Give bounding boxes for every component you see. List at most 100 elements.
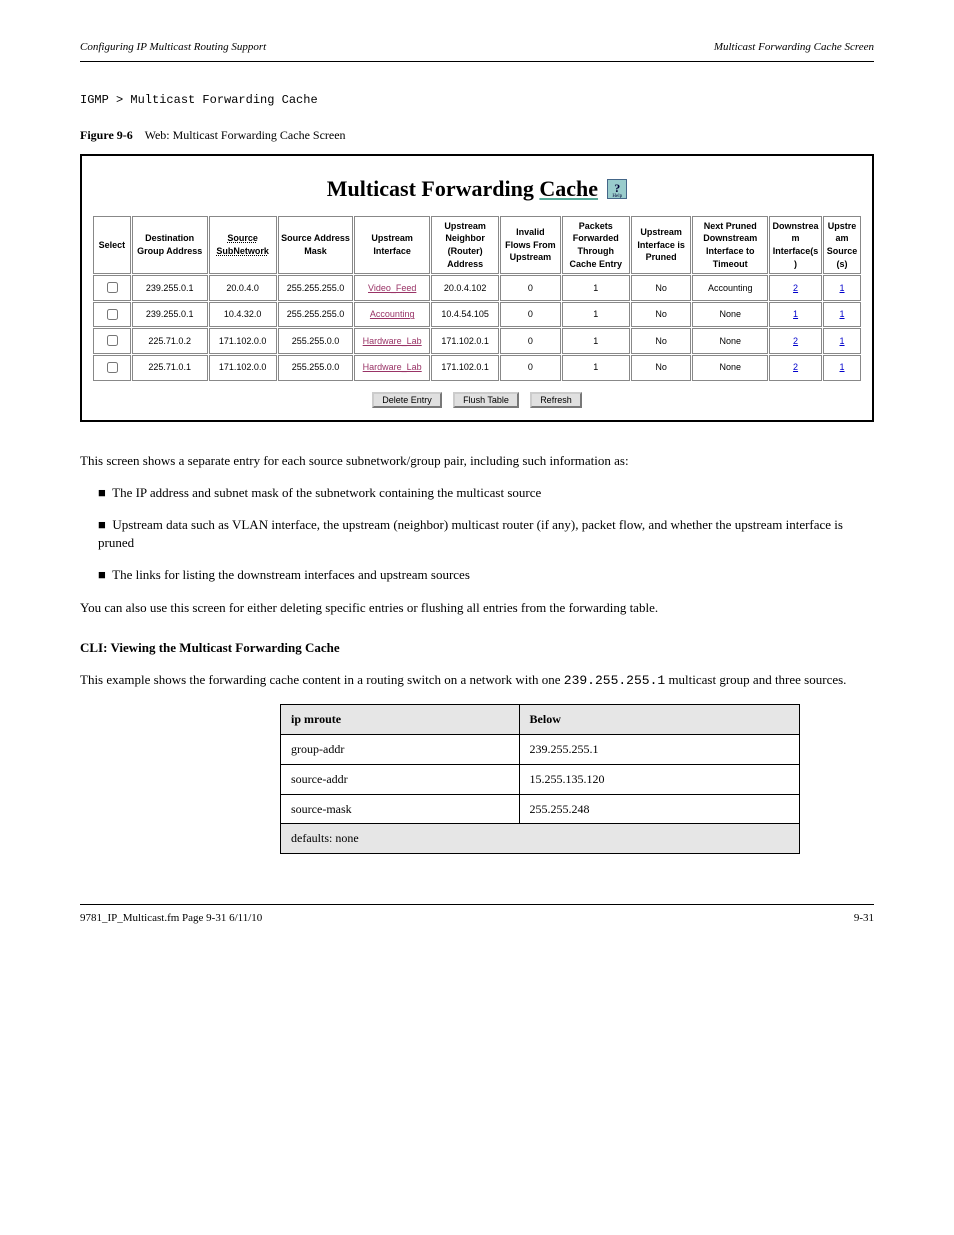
row-checkbox[interactable] [107,309,118,320]
row-checkbox[interactable] [107,282,118,293]
page-footer: 9781_IP_Multicast.fm Page 9-31 6/11/10 9… [80,904,874,926]
upstream-interface-link[interactable]: Accounting [370,309,415,319]
downstream-interfaces-link[interactable]: 2 [793,336,798,346]
bullet-2-text: Upstream data such as VLAN interface, th… [98,517,843,550]
row-checkbox[interactable] [107,362,118,373]
col-dest: Destination Group Address [132,216,208,274]
title-prefix: Multicast Forwarding [327,176,540,201]
defaults-th0: ip mroute [281,705,520,735]
table-row: 239.255.0.120.0.4.0255.255.255.0 Video_Fe… [93,275,861,301]
cell-dest: 239.255.0.1 [132,275,208,301]
cell-us: 1 [823,355,861,381]
cell-mask: 255.255.0.0 [278,328,354,354]
upstream-interface-link[interactable]: Hardware_Lab [363,362,422,372]
bullet-1: ■ The IP address and subnet mask of the … [98,484,874,502]
figure-number: Figure 9-6 [80,128,133,142]
cell-np: None [692,328,768,354]
screenshot-button-row: Delete Entry Flush Table Refresh [92,382,862,410]
downstream-interfaces-link[interactable]: 2 [793,283,798,293]
cell-dest: 225.71.0.1 [132,355,208,381]
cell-mask: 255.255.255.0 [278,302,354,328]
upstream-sources-link[interactable]: 1 [840,283,845,293]
cell-inv: 0 [500,355,561,381]
cell-srcnet: 171.102.0.0 [209,328,277,354]
upstream-sources-link[interactable]: 1 [840,336,845,346]
cell-upif: Hardware_Lab [354,328,430,354]
cell-np: None [692,355,768,381]
figure-caption: Figure 9-6 Web: Multicast Forwarding Cac… [80,127,874,144]
cell-np: None [692,302,768,328]
upstream-sources-link[interactable]: 1 [840,309,845,319]
help-icon[interactable] [607,179,627,199]
col-pkts: Packets Forwarded Through Cache Entry [562,216,630,274]
footer-left: 9781_IP_Multicast.fm Page 9-31 6/11/10 [80,912,262,924]
cell-upif: Accounting [354,302,430,328]
cell-upnb: 171.102.0.1 [431,355,499,381]
cell-pruned: No [631,275,692,301]
table-row: 225.71.0.1171.102.0.0255.255.0.0 Hardware… [93,355,861,381]
cell-pruned: No [631,328,692,354]
table-header-row: Select Destination Group Address Source … [93,216,861,274]
col-src-subnet-label: Source SubNetwork [216,233,269,256]
downstream-interfaces-link[interactable]: 1 [793,309,798,319]
col-src-mask: Source Address Mask [278,216,354,274]
refresh-button[interactable]: Refresh [530,392,582,408]
cell-upif: Hardware_Lab [354,355,430,381]
col-src-subnet: Source SubNetwork [209,216,277,274]
cli-paragraph: This example shows the forwarding cache … [80,671,874,690]
cell-dest: 225.71.0.2 [132,328,208,354]
cell-mask: 255.255.255.0 [278,275,354,301]
cell-mask: 255.255.0.0 [278,355,354,381]
title-underline: Cache [539,176,598,201]
defaults-r2b: 255.255.248 [519,794,799,824]
cell-select [93,355,131,381]
cell-us: 1 [823,275,861,301]
cell-dest: 239.255.0.1 [132,302,208,328]
col-up-if: Upstream Interface [354,216,430,274]
defaults-r1b: 15.255.135.120 [519,764,799,794]
cell-select [93,275,131,301]
cell-pkt: 1 [562,302,630,328]
defaults-table: ip mroute Below group-addr 239.255.255.1… [280,704,800,854]
upstream-interface-link[interactable]: Video_Feed [368,283,416,293]
cell-srcnet: 20.0.4.0 [209,275,277,301]
defaults-th1: Below [519,705,799,735]
table-row: group-addr 239.255.255.1 [281,735,800,765]
row-checkbox[interactable] [107,335,118,346]
cell-np: Accounting [692,275,768,301]
table-row: 239.255.0.110.4.32.0255.255.255.0 Account… [93,302,861,328]
cell-upnb: 20.0.4.102 [431,275,499,301]
col-select: Select [93,216,131,274]
col-invalid: Invalid Flows From Upstream [500,216,561,274]
cell-upnb: 10.4.54.105 [431,302,499,328]
cell-pruned: No [631,302,692,328]
defaults-r1a: source-addr [281,764,520,794]
cell-inv: 0 [500,302,561,328]
cell-inv: 0 [500,328,561,354]
cell-dn: 2 [769,275,822,301]
footer-right: 9-31 [854,911,874,926]
defaults-r0a: group-addr [281,735,520,765]
screen-path: IGMP > Multicast Forwarding Cache [80,92,874,109]
cell-dn: 2 [769,355,822,381]
table-row: defaults: none [281,824,800,854]
upstream-sources-link[interactable]: 1 [840,362,845,372]
cell-upnb: 171.102.0.1 [431,328,499,354]
upstream-interface-link[interactable]: Hardware_Lab [363,336,422,346]
bullet-3: ■ The links for listing the downstream i… [98,566,874,584]
delete-flush-paragraph: You can also use this screen for either … [80,599,874,617]
delete-entry-button[interactable]: Delete Entry [372,392,442,408]
flush-table-button[interactable]: Flush Table [453,392,519,408]
cell-srcnet: 10.4.32.0 [209,302,277,328]
downstream-interfaces-link[interactable]: 2 [793,362,798,372]
figure-caption-text: Web: Multicast Forwarding Cache Screen [145,128,346,142]
col-next-pruned: Next Pruned Downstream Interface to Time… [692,216,768,274]
cell-pkt: 1 [562,328,630,354]
forwarding-cache-table: Select Destination Group Address Source … [92,215,862,382]
cell-srcnet: 171.102.0.0 [209,355,277,381]
header-right: Multicast Forwarding Cache Screen [714,40,874,55]
table-row: 225.71.0.2171.102.0.0255.255.0.0 Hardware… [93,328,861,354]
cell-upif: Video_Feed [354,275,430,301]
col-up-src: Upstream Source(s) [823,216,861,274]
bullet-1-text: The IP address and subnet mask of the su… [112,485,541,500]
